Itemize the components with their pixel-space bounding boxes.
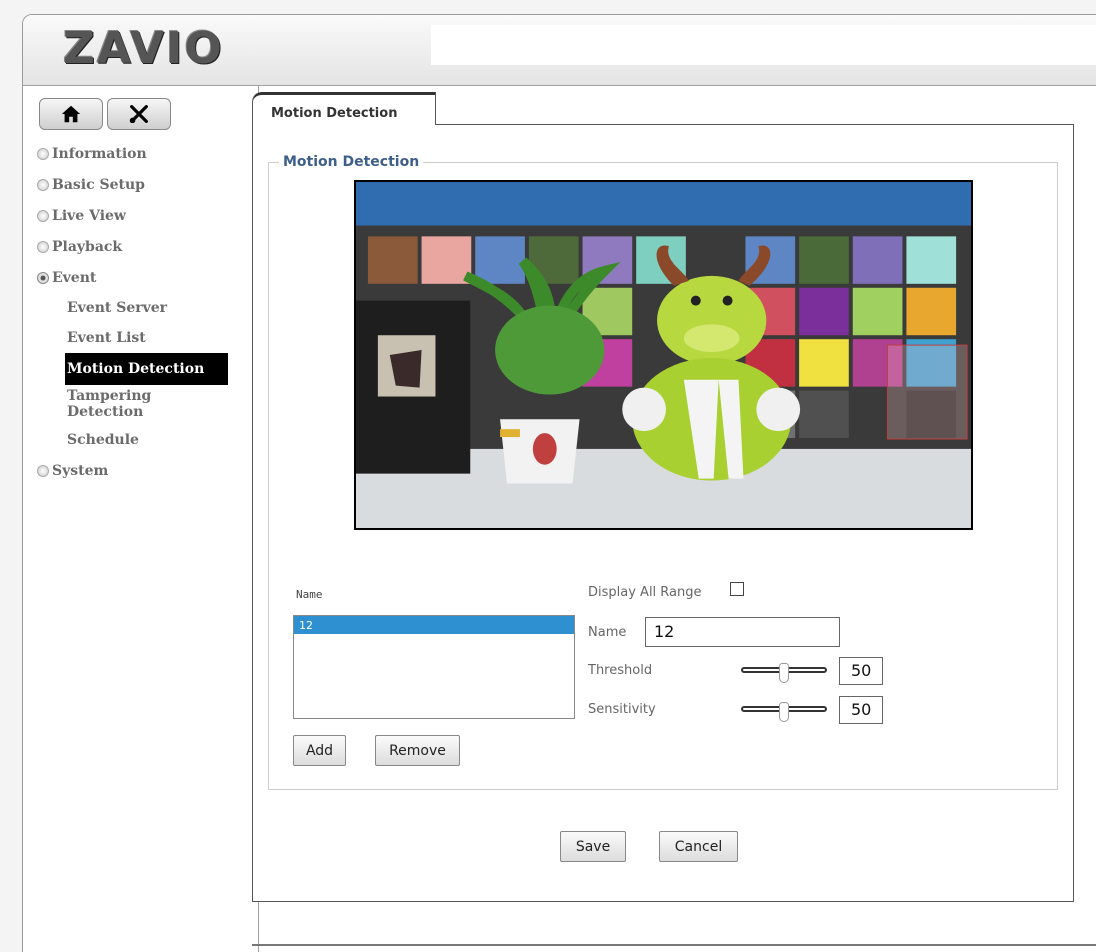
event-submenu: Event Server Event List Motion Detection… xyxy=(37,293,247,455)
display-all-range-label: Display All Range xyxy=(588,585,702,600)
threshold-slider[interactable] xyxy=(741,659,827,689)
region-list[interactable]: 12 xyxy=(293,615,575,719)
zavio-logo: ZAVIO xyxy=(63,23,224,74)
sensitivity-slider[interactable] xyxy=(741,698,827,728)
bullet-icon xyxy=(37,147,49,160)
name-list-label: Name xyxy=(296,588,323,601)
save-button[interactable]: Save xyxy=(560,831,626,862)
sensitivity-value[interactable]: 50 xyxy=(839,696,883,724)
tab-panel: Motion Detection Name 12 Add Remove Disp… xyxy=(252,124,1074,902)
sidebar-item-information[interactable]: Information xyxy=(37,138,247,169)
bullet-icon xyxy=(37,240,49,253)
sidebar-nav: Information Basic Setup Live View Playba… xyxy=(37,138,247,486)
home-icon xyxy=(61,105,81,123)
main-content: Motion Detection Motion Detection Name 1… xyxy=(252,92,1092,902)
header-banner xyxy=(431,25,1096,65)
sidebar-item-label: System xyxy=(52,462,109,479)
display-all-range-checkbox[interactable] xyxy=(730,582,744,596)
sidebar-top-buttons xyxy=(39,98,171,130)
sidebar-item-event-list[interactable]: Event List xyxy=(67,323,247,353)
sidebar-item-label: Information xyxy=(52,145,147,162)
sidebar-item-basic-setup[interactable]: Basic Setup xyxy=(37,169,247,200)
camera-preview[interactable] xyxy=(354,180,973,530)
sidebar-item-label: Basic Setup xyxy=(52,176,145,193)
slider-thumb[interactable] xyxy=(779,663,789,683)
bullet-icon xyxy=(37,464,49,477)
sidebar-item-system[interactable]: System xyxy=(37,455,247,486)
sidebar-item-event-server[interactable]: Event Server xyxy=(67,293,247,323)
camera-image xyxy=(356,182,971,528)
sensitivity-label: Sensitivity xyxy=(588,702,656,717)
slider-thumb[interactable] xyxy=(779,702,789,722)
sidebar-item-playback[interactable]: Playback xyxy=(37,231,247,262)
fieldset-legend: Motion Detection xyxy=(279,154,424,170)
sidebar-item-label: Playback xyxy=(52,238,123,255)
settings-button[interactable] xyxy=(107,98,171,130)
bullet-icon xyxy=(37,178,49,191)
sidebar: Information Basic Setup Live View Playba… xyxy=(23,86,259,952)
sidebar-item-schedule[interactable]: Schedule xyxy=(67,425,247,455)
sidebar-item-tampering-detection[interactable]: Tampering Detection xyxy=(67,385,187,425)
threshold-value[interactable]: 50 xyxy=(839,657,883,685)
cancel-button[interactable]: Cancel xyxy=(659,831,738,862)
footer-divider xyxy=(252,944,1096,946)
sidebar-item-label: Live View xyxy=(52,207,126,224)
expanded-bullet-icon xyxy=(37,271,49,284)
sidebar-item-event[interactable]: Event xyxy=(37,262,247,293)
sidebar-item-live-view[interactable]: Live View xyxy=(37,200,247,231)
motion-detection-fieldset: Motion Detection Name 12 Add Remove Disp… xyxy=(268,154,1058,790)
add-button[interactable]: Add xyxy=(293,735,346,766)
remove-button[interactable]: Remove xyxy=(375,735,460,766)
sidebar-item-label: Event xyxy=(52,269,97,286)
tab-motion-detection[interactable]: Motion Detection xyxy=(252,92,436,125)
sidebar-item-motion-detection[interactable]: Motion Detection xyxy=(65,353,228,385)
threshold-label: Threshold xyxy=(588,663,653,678)
home-button[interactable] xyxy=(39,98,103,130)
bullet-icon xyxy=(37,209,49,222)
tools-icon xyxy=(129,105,148,124)
header-bar: ZAVIO xyxy=(23,15,1096,86)
list-item[interactable]: 12 xyxy=(294,616,574,634)
name-input[interactable]: 12 xyxy=(645,617,840,647)
name-field-label: Name xyxy=(588,625,627,640)
